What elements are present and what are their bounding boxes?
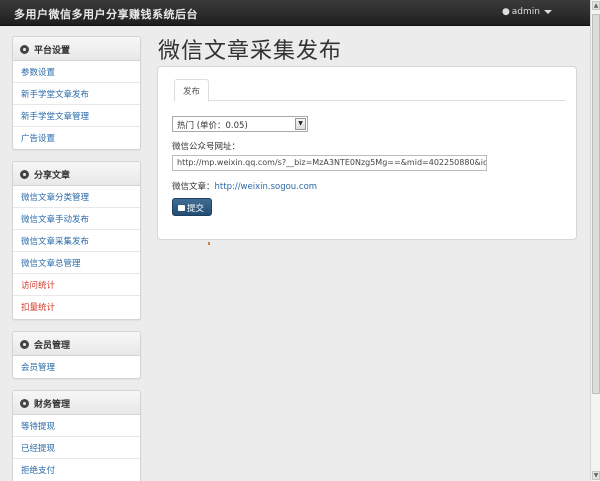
panel-share-articles: 分享文章 微信文章分类管理 微信文章手动发布 微信文章采集发布 微信文章总管理 …: [12, 161, 141, 320]
category-select-value: 热门 (单价：0.05): [177, 121, 248, 131]
hdd-icon: [178, 205, 185, 211]
article-source-row: 微信文章：http://weixin.sogou.com: [172, 180, 317, 192]
sidebar-item-param-settings[interactable]: 参数设置: [13, 61, 140, 83]
panel-heading: 会员管理: [13, 332, 140, 356]
submit-label: 提交: [187, 204, 205, 214]
sidebar-item-category-manage[interactable]: 微信文章分类管理: [13, 186, 140, 208]
cog-icon: [20, 399, 29, 408]
cursor-mark: [208, 242, 210, 245]
cog-icon: [20, 170, 29, 179]
sidebar-item-pending-withdraw[interactable]: 等待提现: [13, 415, 140, 437]
sidebar-item-visit-stats[interactable]: 访问统计: [13, 274, 140, 296]
panel-title: 平台设置: [34, 46, 71, 56]
publish-form-card: 发布 热门 (单价：0.05) ▼ 微信公众号网址： http://mp.wei…: [157, 66, 577, 240]
article-label: 微信文章：: [172, 182, 215, 192]
sidebar-item-deduct-stats[interactable]: 扣量统计: [13, 296, 140, 318]
scroll-down-arrow-icon[interactable]: ▼: [592, 471, 600, 480]
panel-heading: 分享文章: [13, 162, 140, 186]
category-select[interactable]: 热门 (单价：0.05) ▼: [172, 116, 308, 132]
panel-title: 财务管理: [34, 400, 71, 410]
sidebar-item-collect-publish[interactable]: 微信文章采集发布: [13, 230, 140, 252]
sidebar-item-manual-publish[interactable]: 微信文章手动发布: [13, 208, 140, 230]
panel-heading: 财务管理: [13, 391, 140, 415]
tab-bar: 发布: [174, 79, 566, 102]
scroll-up-arrow-icon[interactable]: ▲: [592, 1, 600, 10]
cog-icon: [20, 45, 29, 54]
sidebar-item-rejected-payment[interactable]: 拒绝支付: [13, 459, 140, 481]
sidebar-item-tutorial-manage[interactable]: 新手学堂文章管理: [13, 105, 140, 127]
panel-title: 会员管理: [34, 341, 71, 351]
panel-finance-management: 财务管理 等待提现 已经提现 拒绝支付: [12, 390, 141, 481]
sidebar-item-article-manage[interactable]: 微信文章总管理: [13, 252, 140, 274]
top-navbar: 多用户微信多用户分享赚钱系统后台 ● admin: [0, 0, 590, 26]
submit-button[interactable]: 提交: [172, 198, 212, 216]
user-icon: ●: [501, 7, 510, 17]
sidebar-item-completed-withdraw[interactable]: 已经提现: [13, 437, 140, 459]
panel-member-management: 会员管理 会员管理: [12, 331, 141, 379]
vertical-scrollbar[interactable]: ▲ ▼: [590, 0, 600, 481]
scroll-thumb[interactable]: [592, 14, 600, 394]
user-name: admin: [511, 7, 540, 17]
url-input[interactable]: http://mp.weixin.qq.com/s?__biz=MzA3NTE0…: [172, 155, 487, 171]
cog-icon: [20, 340, 29, 349]
sidebar-item-tutorial-publish[interactable]: 新手学堂文章发布: [13, 83, 140, 105]
page-title: 微信文章采集发布: [158, 39, 343, 64]
brand-title[interactable]: 多用户微信多用户分享赚钱系统后台: [14, 6, 198, 22]
panel-platform-settings: 平台设置 参数设置 新手学堂文章发布 新手学堂文章管理 广告设置: [12, 36, 141, 150]
dropdown-arrow-icon[interactable]: ▼: [295, 118, 306, 130]
panel-title: 分享文章: [34, 171, 71, 181]
url-label: 微信公众号网址：: [172, 142, 241, 152]
caret-down-icon: [544, 9, 552, 14]
sidebar-item-member-manage[interactable]: 会员管理: [13, 356, 140, 378]
sogou-link[interactable]: http://weixin.sogou.com: [215, 182, 318, 192]
user-menu[interactable]: ● admin: [502, 7, 552, 17]
tab-publish[interactable]: 发布: [174, 79, 210, 102]
sidebar-item-ad-settings[interactable]: 广告设置: [13, 127, 140, 149]
panel-heading: 平台设置: [13, 37, 140, 61]
